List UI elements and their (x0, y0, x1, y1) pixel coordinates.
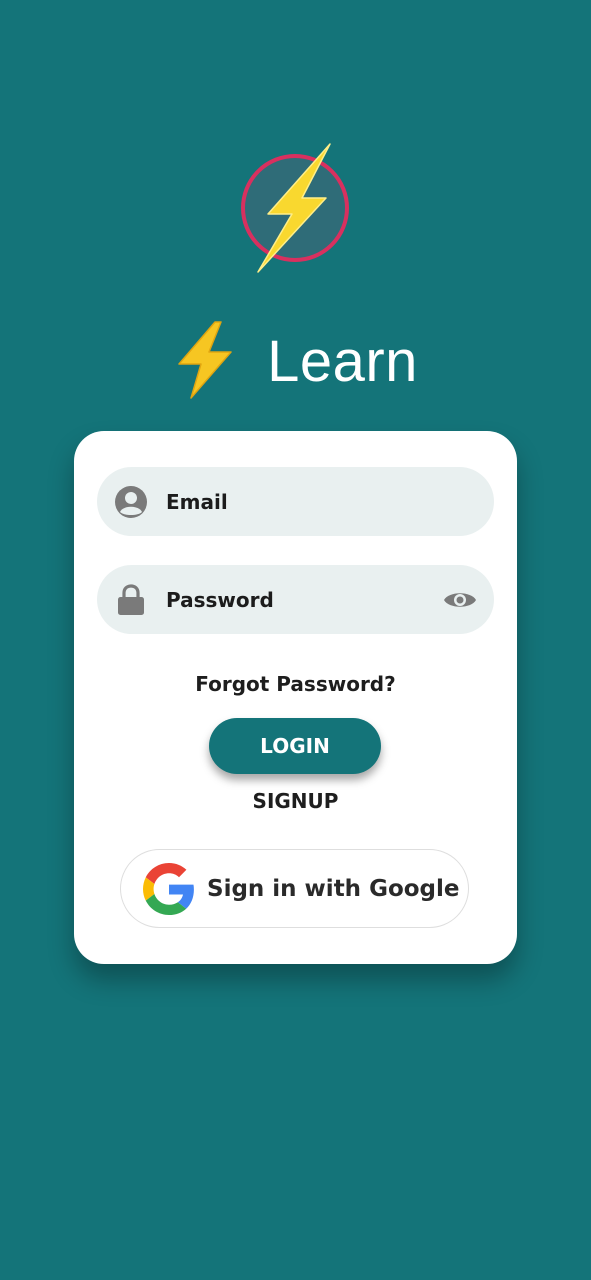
app-title: Learn (267, 329, 418, 394)
login-button[interactable]: LOGIN (209, 718, 381, 774)
email-field[interactable] (97, 467, 494, 536)
lightning-emoji-icon (173, 320, 237, 400)
google-g-icon (143, 862, 195, 915)
google-signin-button[interactable]: Sign in with Google (120, 849, 469, 928)
lock-icon (113, 582, 149, 618)
signup-link[interactable]: SIGNUP (74, 789, 517, 813)
user-circle-icon (113, 484, 149, 520)
google-signin-label: Sign in with Google (207, 875, 460, 902)
password-field[interactable] (97, 565, 494, 634)
forgot-password-link[interactable]: Forgot Password? (74, 672, 517, 696)
eye-icon[interactable] (442, 582, 478, 618)
lightning-bolt-icon (241, 143, 349, 273)
brand-header: Learn (0, 318, 591, 402)
login-card: Forgot Password? LOGIN SIGNUP Sign in wi… (74, 431, 517, 964)
email-input[interactable] (166, 481, 436, 522)
app-logo (238, 140, 354, 276)
password-input[interactable] (166, 579, 436, 620)
